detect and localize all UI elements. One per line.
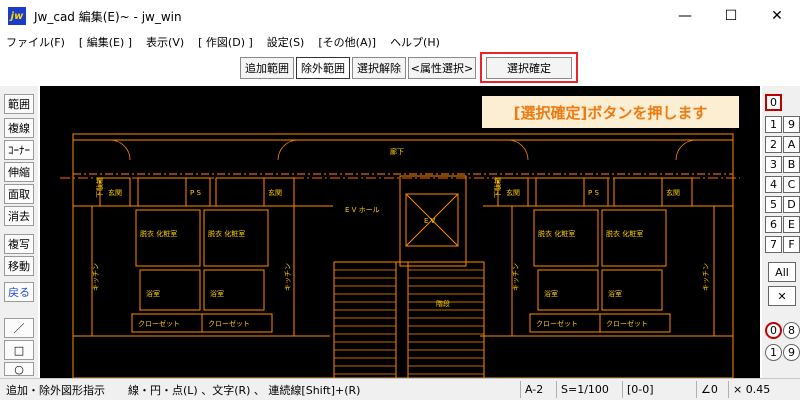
menu-bar: ファイル(F) [ 編集(E) ] 表示(V) [ 作図(D) ] 設定(S) …: [0, 32, 800, 52]
status-bar: 追加・除外図形指示 線・円・点(L) 、文字(R) 、 連続線[Shift]+(…: [0, 378, 800, 400]
label-stairs: 階段: [436, 299, 450, 308]
floor-plan-drawing: 廊下 玄関 P S 玄関 玄関 P S 玄関 E V ホール E V 脱衣 化粧…: [60, 133, 740, 378]
tool-extend[interactable]: 伸縮: [4, 162, 34, 182]
label-bath-4: 浴室: [608, 289, 622, 298]
label-ev-hall: E V ホール: [345, 206, 380, 214]
label-closet-1: クローゼット: [138, 319, 180, 328]
label-ev: E V: [424, 217, 436, 225]
tool-erase[interactable]: 消去: [4, 206, 34, 226]
status-hint: 追加・除外図形指示: [6, 384, 105, 397]
menu-other[interactable]: [その他(A)]: [318, 34, 376, 50]
label-bath-3: 浴室: [544, 289, 558, 298]
status-shortcut: 線・円・点(L) 、文字(R) 、 連続線[Shift]+(R): [128, 384, 361, 397]
group-button-c[interactable]: C: [783, 176, 800, 193]
layer-button-1[interactable]: 1: [765, 116, 782, 133]
layer-palette: 0 1 9 2 A 3 B 4 C 5 D 6 E 7 F All ✕ 0 8 …: [762, 86, 800, 378]
label-closet-4: クローゼット: [606, 319, 648, 328]
layer-button-6[interactable]: 6: [765, 216, 782, 233]
label-ps-left: P S: [190, 189, 201, 197]
menu-edit[interactable]: [ 編集(E) ]: [79, 34, 132, 50]
label-kitchen-1: キッチン: [92, 263, 100, 291]
layer-group-circle-0[interactable]: 0: [765, 322, 782, 339]
label-dressing-3: 脱衣 化粧室: [538, 229, 575, 238]
tool-circle-icon[interactable]: ○: [4, 362, 34, 376]
group-button-d[interactable]: D: [783, 196, 800, 213]
label-dressing-4: 脱衣 化粧室: [606, 229, 643, 238]
tool-range[interactable]: 範囲: [4, 94, 34, 114]
group-button-a[interactable]: A: [783, 136, 800, 153]
group-button-f[interactable]: F: [783, 236, 800, 253]
drawing-canvas[interactable]: 廊下 玄関 P S 玄関 玄関 P S 玄関 E V ホール E V 脱衣 化粧…: [40, 86, 760, 378]
menu-help[interactable]: ヘルプ(H): [390, 34, 440, 50]
group-button-9[interactable]: 9: [783, 116, 800, 133]
menu-view[interactable]: 表示(V): [146, 34, 184, 50]
label-kitchen-3: キッチン: [512, 263, 520, 291]
layer-button-4[interactable]: 4: [765, 176, 782, 193]
tool-copy[interactable]: 複写: [4, 234, 34, 254]
left-tool-palette: 範囲 複線 ｺｰﾅｰ 伸縮 面取 消去 複写 移動 戻る ／ □ ○: [0, 86, 38, 378]
tool-rectangle-icon[interactable]: □: [4, 340, 34, 360]
label-shoe-1: 下駄箱: [95, 177, 104, 198]
tool-line-icon[interactable]: ／: [4, 318, 34, 338]
status-angle[interactable]: ∠0: [696, 381, 718, 398]
tool-offset-line[interactable]: 複線: [4, 118, 34, 138]
title-bar: jw Jw_cad 編集(E)~ - jw_win — ☐ ✕: [0, 0, 800, 32]
label-entrance-left2: 玄関: [268, 188, 282, 197]
group-button-b[interactable]: B: [783, 156, 800, 173]
layer-button-2[interactable]: 2: [765, 136, 782, 153]
status-scale[interactable]: S=1/100: [556, 381, 609, 398]
menu-draw[interactable]: [ 作図(D) ]: [198, 34, 253, 50]
status-zoom[interactable]: × 0.45: [728, 381, 770, 398]
window-controls: — ☐ ✕: [662, 0, 800, 32]
menu-file[interactable]: ファイル(F): [6, 34, 65, 50]
selection-toolbar: 追加範囲 除外範囲 選択解除 <属性選択> 選択確定: [0, 55, 800, 83]
status-paper-size[interactable]: A-2: [520, 381, 543, 398]
group-button-e[interactable]: E: [783, 216, 800, 233]
layer-button-5[interactable]: 5: [765, 196, 782, 213]
label-kitchen-2: キッチン: [284, 263, 292, 291]
label-corridor: 廊下: [390, 147, 404, 156]
confirm-button-highlight: [480, 52, 578, 83]
label-shoe-2: 下駄箱: [493, 177, 502, 198]
layer-group-circle-8[interactable]: 8: [783, 322, 800, 339]
label-closet-3: クローゼット: [536, 319, 578, 328]
status-layer[interactable]: [0-0]: [622, 381, 654, 398]
label-bath-2: 浴室: [210, 289, 224, 298]
layer-button-0[interactable]: 0: [765, 94, 782, 111]
tool-chamfer[interactable]: 面取: [4, 184, 34, 204]
all-layers-button[interactable]: All: [768, 262, 796, 282]
layer-group-circle-9[interactable]: 9: [783, 344, 800, 361]
label-ps-right: P S: [588, 189, 599, 197]
label-kitchen-4: キッチン: [702, 263, 710, 291]
cross-icon[interactable]: ✕: [768, 286, 796, 306]
layer-button-7[interactable]: 7: [765, 236, 782, 253]
instruction-annotation: [選択確定]ボタンを押します: [482, 96, 739, 128]
label-dressing-1: 脱衣 化粧室: [140, 229, 177, 238]
label-entrance-right: 玄関: [506, 188, 520, 197]
app-icon: jw: [8, 7, 26, 25]
window-title: Jw_cad 編集(E)~ - jw_win: [34, 9, 182, 24]
label-closet-2: クローゼット: [208, 319, 250, 328]
label-dressing-2: 脱衣 化粧室: [208, 229, 245, 238]
layer-button-3[interactable]: 3: [765, 156, 782, 173]
maximize-button[interactable]: ☐: [708, 0, 754, 32]
menu-settings[interactable]: 設定(S): [267, 34, 305, 50]
exclude-range-button[interactable]: 除外範囲: [296, 57, 350, 79]
tool-move[interactable]: 移動: [4, 256, 34, 276]
label-entrance-left: 玄関: [108, 188, 122, 197]
add-range-button[interactable]: 追加範囲: [240, 57, 294, 79]
layer-group-circle-1[interactable]: 1: [765, 344, 782, 361]
close-button[interactable]: ✕: [754, 0, 800, 32]
label-entrance-right2: 玄関: [666, 188, 680, 197]
cancel-selection-button[interactable]: 選択解除: [352, 57, 406, 79]
attribute-select-button[interactable]: <属性選択>: [408, 57, 476, 79]
tool-undo[interactable]: 戻る: [4, 282, 34, 302]
minimize-button[interactable]: —: [662, 0, 708, 32]
label-bath-1: 浴室: [146, 289, 160, 298]
tool-corner[interactable]: ｺｰﾅｰ: [4, 140, 34, 160]
